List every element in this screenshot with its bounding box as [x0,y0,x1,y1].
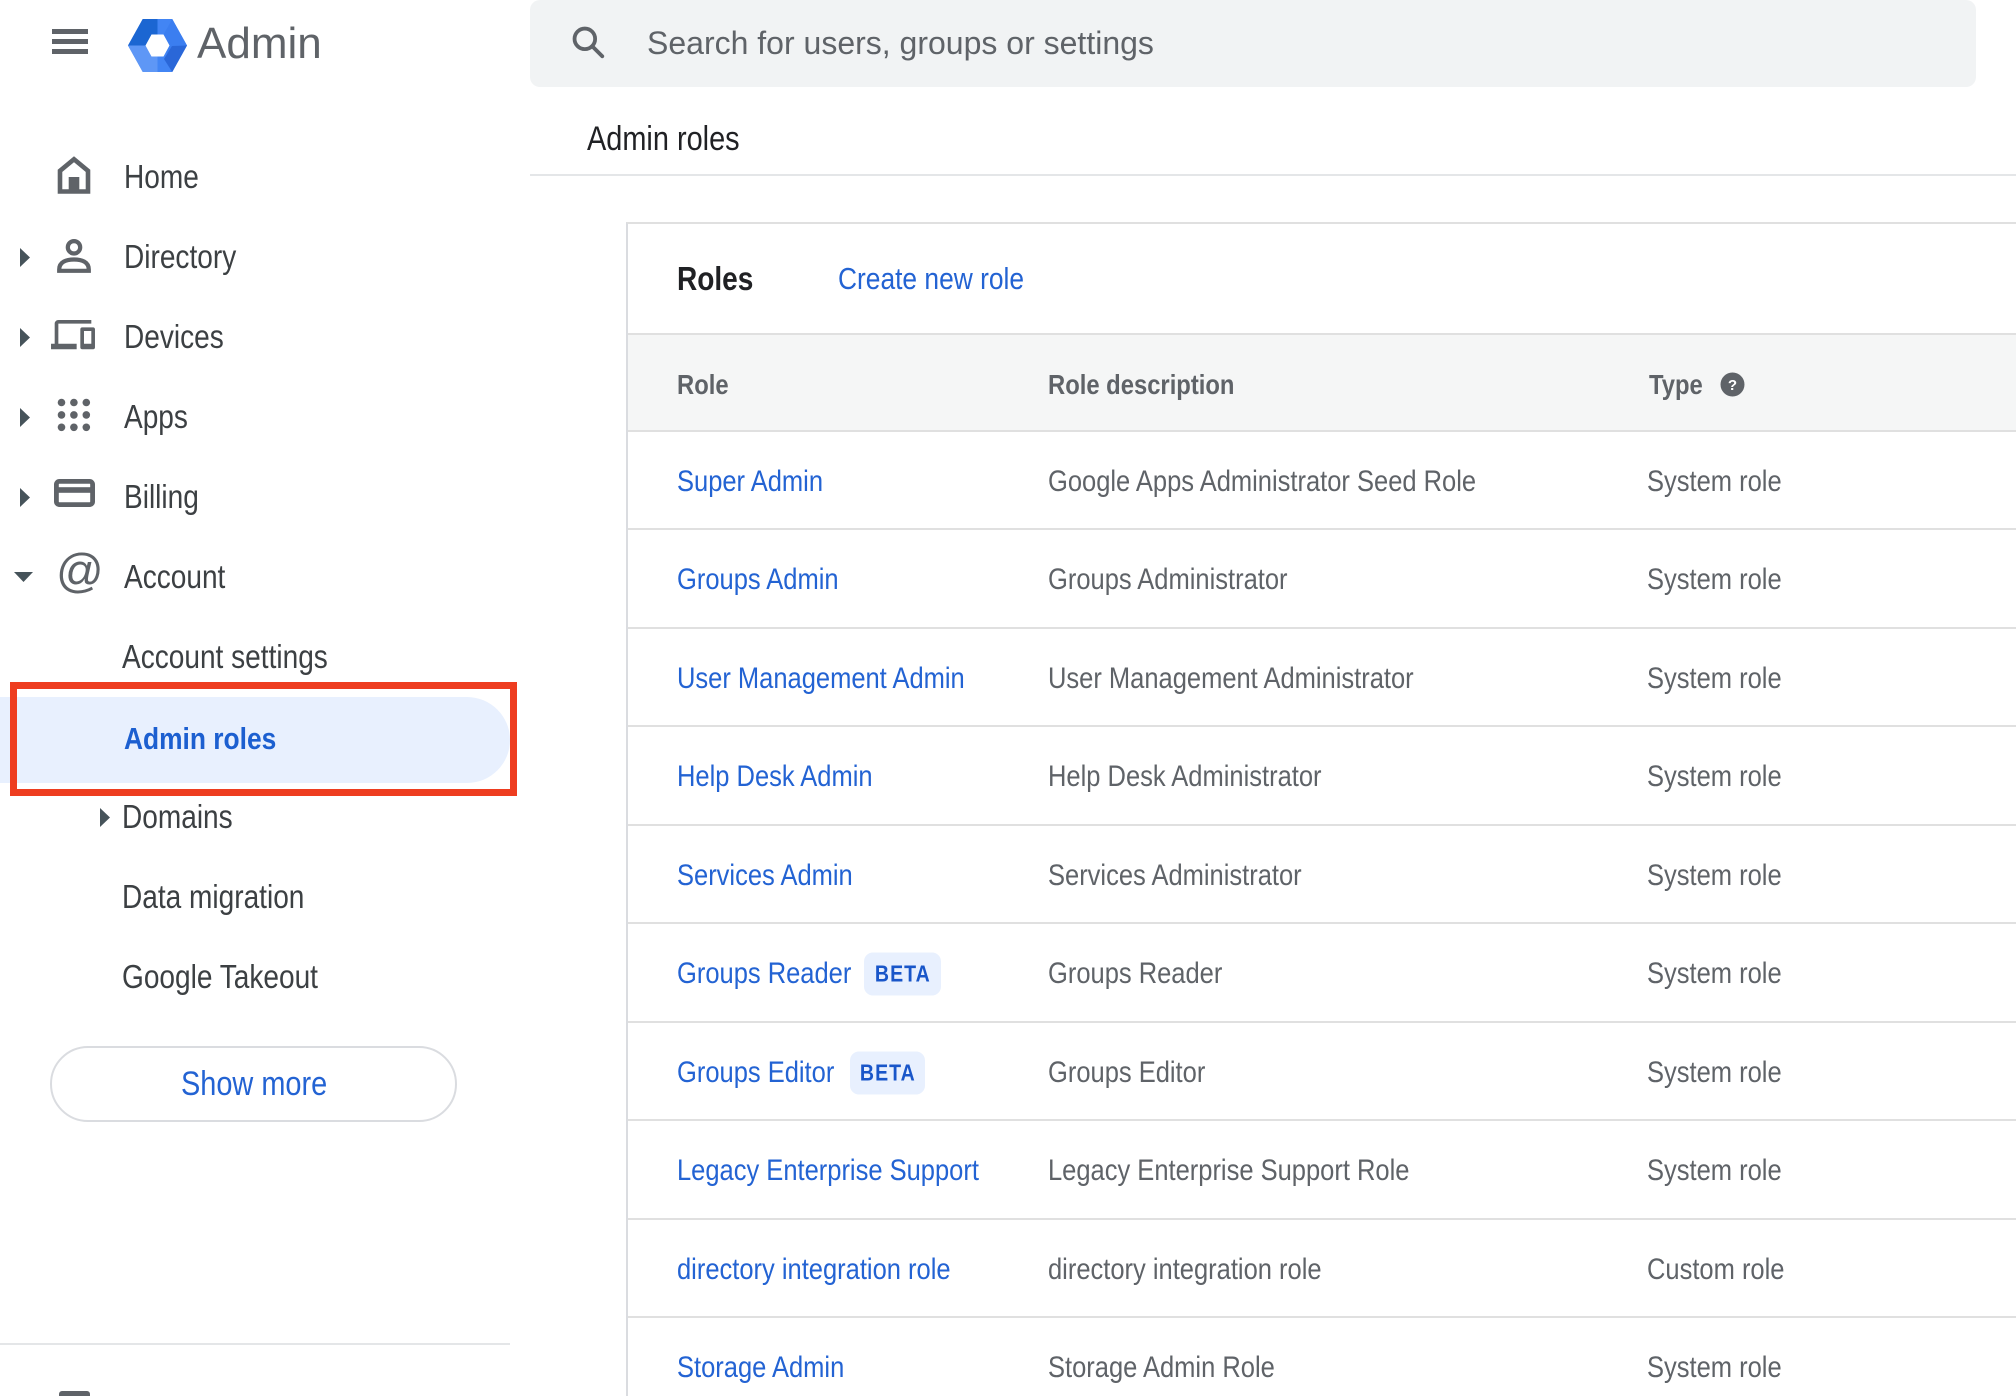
svg-text:?: ? [1728,377,1737,394]
